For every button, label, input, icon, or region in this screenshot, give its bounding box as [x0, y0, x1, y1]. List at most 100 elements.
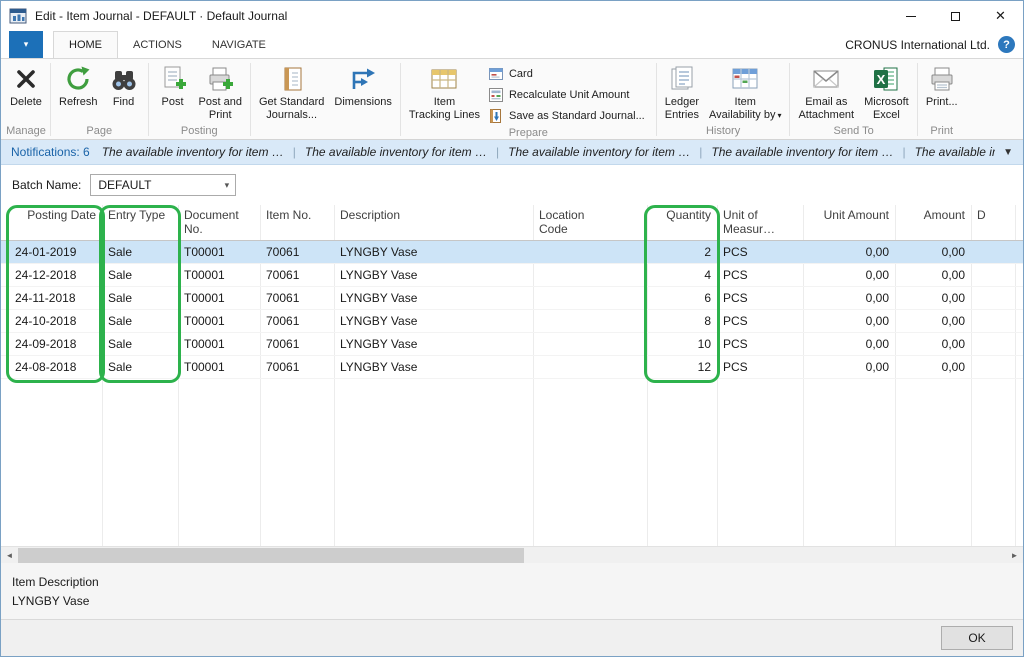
post-button[interactable]: Post: [152, 60, 194, 109]
scroll-left-icon[interactable]: ◄: [1, 547, 18, 564]
cell-quantity[interactable]: 2: [647, 241, 717, 263]
cell-quantity[interactable]: 10: [647, 333, 717, 355]
cell-posting_date[interactable]: 24-11-2018: [9, 287, 102, 309]
cell-entry_type[interactable]: Sale: [102, 264, 178, 286]
cell-quantity[interactable]: 12: [647, 356, 717, 378]
cell-amount[interactable]: 0,00: [895, 264, 971, 286]
cell-posting_date[interactable]: 24-08-2018: [9, 356, 102, 378]
cell-amount[interactable]: 0,00: [895, 287, 971, 309]
column-header-quantity[interactable]: Quantity: [647, 205, 717, 225]
print-button[interactable]: Print...: [921, 60, 963, 109]
cell-item_no[interactable]: 70061: [260, 333, 334, 355]
cell-location_code[interactable]: [533, 310, 647, 332]
cell-location_code[interactable]: [533, 264, 647, 286]
cell-location_code[interactable]: [533, 287, 647, 309]
column-header-amount[interactable]: Amount: [895, 205, 971, 225]
microsoft-excel-button[interactable]: X Microsoft Excel: [859, 60, 914, 122]
table-row[interactable]: 24-09-2018SaleT0000170061LYNGBY Vase10PC…: [1, 333, 1023, 356]
column-header-entry_type[interactable]: Entry Type: [102, 205, 178, 225]
cell-d[interactable]: [971, 287, 1015, 309]
column-header-item_no[interactable]: Item No.: [260, 205, 334, 225]
recalculate-unit-amount-button[interactable]: Recalculate Unit Amount: [485, 84, 653, 105]
notification-message[interactable]: The available inventory for item …: [102, 145, 284, 159]
table-row[interactable]: 24-12-2018SaleT0000170061LYNGBY Vase 4PCS…: [1, 264, 1023, 287]
cell-description[interactable]: LYNGBY Vase: [334, 333, 533, 355]
cell-quantity[interactable]: 8: [647, 310, 717, 332]
cell-unit_amount[interactable]: 0,00: [803, 356, 895, 378]
cell-location_code[interactable]: [533, 333, 647, 355]
cell-entry_type[interactable]: Sale: [102, 310, 178, 332]
close-button[interactable]: ✕: [978, 1, 1023, 31]
table-row[interactable]: 24-11-2018SaleT0000170061LYNGBY Vase6PCS…: [1, 287, 1023, 310]
ledger-entries-button[interactable]: Ledger Entries: [660, 60, 704, 122]
cell-d[interactable]: [971, 241, 1015, 263]
column-header-unit_amount[interactable]: Unit Amount: [803, 205, 895, 225]
table-row[interactable]: 24-01-2019SaleT0000170061LYNGBY Vase2PCS…: [1, 241, 1023, 264]
cell-description[interactable]: LYNGBY Vase: [334, 287, 533, 309]
cell-document_no[interactable]: T00001: [178, 287, 260, 309]
cell-d[interactable]: [971, 333, 1015, 355]
cell-entry_type[interactable]: Sale: [102, 333, 178, 355]
cell-amount[interactable]: 0,00: [895, 356, 971, 378]
minimize-button[interactable]: [888, 1, 933, 31]
card-button[interactable]: Card: [485, 63, 653, 84]
refresh-button[interactable]: Refresh: [54, 60, 103, 109]
cell-unit_amount[interactable]: 0,00: [803, 287, 895, 309]
cell-quantity[interactable]: 6: [647, 287, 717, 309]
delete-button[interactable]: Delete: [5, 60, 47, 109]
cell-uom[interactable]: PCS: [717, 241, 803, 263]
save-as-standard-journal-button[interactable]: Save as Standard Journal...: [485, 105, 653, 126]
ok-button[interactable]: OK: [941, 626, 1013, 650]
cell-description[interactable]: LYNGBY Vase: [334, 241, 533, 263]
tab-home[interactable]: HOME: [53, 31, 118, 58]
column-header-document_no[interactable]: Document No.: [178, 205, 260, 239]
column-header-uom[interactable]: Unit of Measur…: [717, 205, 803, 239]
cell-description[interactable]: LYNGBY Vase: [334, 264, 533, 286]
tab-navigate[interactable]: NAVIGATE: [197, 31, 281, 58]
cell-item_no[interactable]: 70061: [260, 264, 334, 286]
get-standard-journals-button[interactable]: Get Standard Journals...: [254, 60, 329, 122]
table-row[interactable]: 24-08-2018SaleT0000170061LYNGBY Vase 12PC…: [1, 356, 1023, 379]
cell-document_no[interactable]: T00001: [178, 264, 260, 286]
cell-entry_type[interactable]: Sale: [102, 356, 178, 378]
notification-message[interactable]: The available inventory for item …: [711, 145, 893, 159]
cell-document_no[interactable]: T00001: [178, 241, 260, 263]
cell-uom[interactable]: PCS: [717, 264, 803, 286]
cell-item_no[interactable]: 70061: [260, 241, 334, 263]
table-row[interactable]: 24-10-2018SaleT0000170061LYNGBY Vase8PCS…: [1, 310, 1023, 333]
email-as-attachment-button[interactable]: Email as Attachment: [793, 60, 859, 122]
cell-description[interactable]: LYNGBY Vase: [334, 356, 533, 378]
cell-document_no[interactable]: T00001: [178, 356, 260, 378]
cell-posting_date[interactable]: 24-12-2018: [9, 264, 102, 286]
cell-unit_amount[interactable]: 0,00: [803, 310, 895, 332]
notification-message[interactable]: The available inventory for item …: [305, 145, 487, 159]
notification-message[interactable]: The available inventory for item …: [508, 145, 690, 159]
cell-amount[interactable]: 0,00: [895, 333, 971, 355]
cell-posting_date[interactable]: 24-01-2019: [9, 241, 102, 263]
cell-uom[interactable]: PCS: [717, 310, 803, 332]
tab-actions[interactable]: ACTIONS: [118, 31, 197, 58]
column-header-d[interactable]: D: [971, 205, 1015, 225]
column-header-posting_date[interactable]: Posting Date: [9, 205, 102, 225]
cell-document_no[interactable]: T00001: [178, 333, 260, 355]
cell-entry_type[interactable]: Sale: [102, 287, 178, 309]
help-icon[interactable]: ?: [998, 36, 1015, 53]
cell-document_no[interactable]: T00001: [178, 310, 260, 332]
batch-name-combobox[interactable]: DEFAULT ▾: [90, 174, 236, 196]
cell-quantity[interactable]: 4: [647, 264, 717, 286]
cell-d[interactable]: [971, 264, 1015, 286]
cell-unit_amount[interactable]: 0,00: [803, 333, 895, 355]
application-menu-button[interactable]: ▾: [9, 31, 43, 58]
cell-item_no[interactable]: 70061: [260, 356, 334, 378]
cell-amount[interactable]: 0,00: [895, 310, 971, 332]
notifications-expand-icon[interactable]: ▼: [995, 147, 1013, 158]
cell-amount[interactable]: 0,00: [895, 241, 971, 263]
cell-uom[interactable]: PCS: [717, 333, 803, 355]
post-and-print-button[interactable]: Post and Print: [194, 60, 247, 122]
cell-uom[interactable]: PCS: [717, 356, 803, 378]
column-header-location_code[interactable]: Location Code: [533, 205, 647, 239]
cell-uom[interactable]: PCS: [717, 287, 803, 309]
horizontal-scrollbar[interactable]: ◄ ►: [1, 546, 1023, 563]
cell-unit_amount[interactable]: 0,00: [803, 241, 895, 263]
cell-unit_amount[interactable]: 0,00: [803, 264, 895, 286]
